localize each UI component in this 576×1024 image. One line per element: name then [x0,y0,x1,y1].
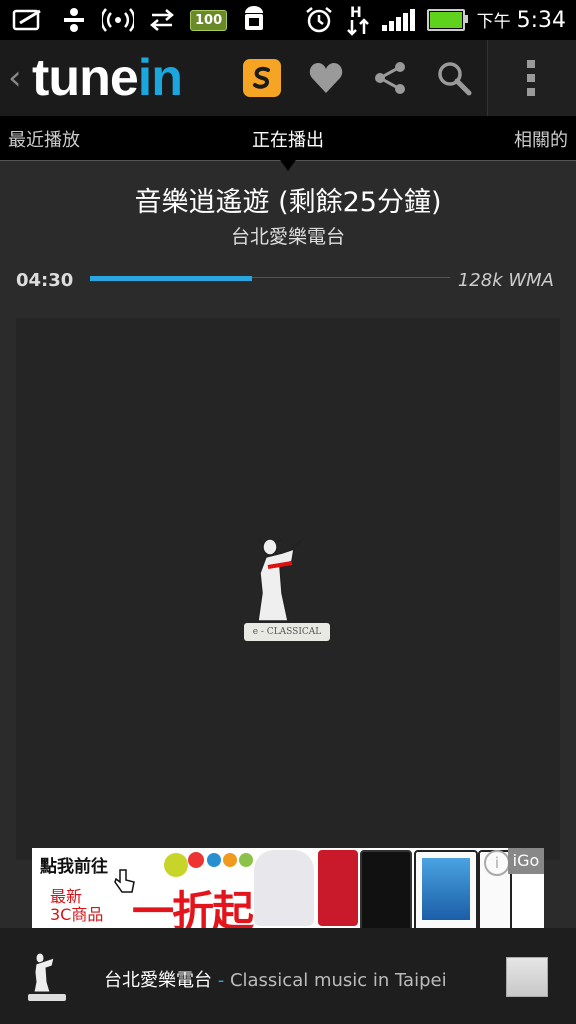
logo-accent-text: in [137,49,183,107]
ad-product-image [254,850,314,926]
tunein-logo[interactable]: tunein [32,48,183,108]
station-name: 台北愛樂電台 [230,226,345,248]
connectivity-icon [64,8,84,32]
share-button[interactable] [370,58,410,98]
ad-info-icon[interactable]: i [484,850,510,876]
network-type-label: H [350,5,362,21]
overflow-menu-icon [527,60,535,96]
active-tab-indicator [278,157,298,171]
ad-product-image [414,850,478,928]
stop-button[interactable] [506,957,548,997]
overflow-menu-button[interactable] [488,40,576,116]
ad-igo-label: iGo [508,848,544,874]
station-thumbnail [28,952,66,1001]
station-artwork: e - CLASSICAL [16,318,560,860]
clock-ampm: 下午 [476,12,511,32]
mini-player[interactable]: 台北愛樂電台 - Classical music in Taipei [0,928,576,1024]
logo-main-text: tune [32,49,139,107]
program-title: 音樂逍遙遊 (剩餘25分鐘) [134,187,442,218]
search-icon [438,62,472,96]
ad-discount-text: 一折起 [132,887,254,928]
favorite-button[interactable] [306,58,346,98]
ad-product-image [318,850,358,926]
status-icons-right: H 下午 5:34 [304,4,566,36]
network-h-icon: H [346,5,369,36]
mini-player-text: 台北愛樂電台 - Classical music in Taipei [104,966,447,992]
progress-fill [90,276,252,281]
artwork-caption: e - CLASSICAL [244,623,330,641]
signal-strength-icon [381,9,415,31]
mini-separator: - [212,970,230,991]
ad-text-panel: 點我前往 最新 3C商品 [32,848,142,928]
clock-time: 5:34 [516,8,566,33]
ad-new-line2: 3C商品 [50,905,104,924]
battery-icon [426,9,468,31]
search-button[interactable] [434,58,474,98]
broadcast-icon [102,8,134,32]
tab-now-playing[interactable]: 正在播出 [0,126,576,152]
sync-icon [150,9,174,31]
mini-station-name: 台北愛樂電台 [104,970,212,991]
android-icon [245,6,264,30]
ad-banner[interactable]: 點我前往 最新 3C商品 一折起 i iGo [32,848,544,928]
mini-genre: Classical music in Taipei [229,970,447,991]
share-icon [375,62,405,94]
status-bar: 100 H 下午 5:34 [0,0,576,40]
alarm-icon [305,7,332,33]
ad-tablet-screen [422,858,470,920]
stream-bitrate: 128k WMA [457,270,554,291]
tab-bar: 最近播放 正在播出 相關的 [0,116,576,161]
back-icon[interactable]: ‹ [8,58,22,98]
ad-new-products: 最新 3C商品 [50,888,103,924]
ad-cta-text: 點我前往 [40,857,108,877]
app-bar: ‹ tunein [0,40,576,116]
ad-product-image [360,850,412,928]
elapsed-time: 04:30 [16,270,74,291]
clock: 下午 5:34 [477,7,566,33]
ad-brand-logo [164,852,253,877]
ad-new-line1: 最新 [50,887,83,906]
heart-icon [309,63,343,93]
soundhound-icon [243,59,281,97]
notification-icon [12,9,41,31]
battery-100-badge: 100 [190,9,228,31]
status-icons-left: 100 [12,6,267,34]
soundhound-button[interactable] [242,58,282,98]
tab-related[interactable]: 相關的 [514,126,568,152]
